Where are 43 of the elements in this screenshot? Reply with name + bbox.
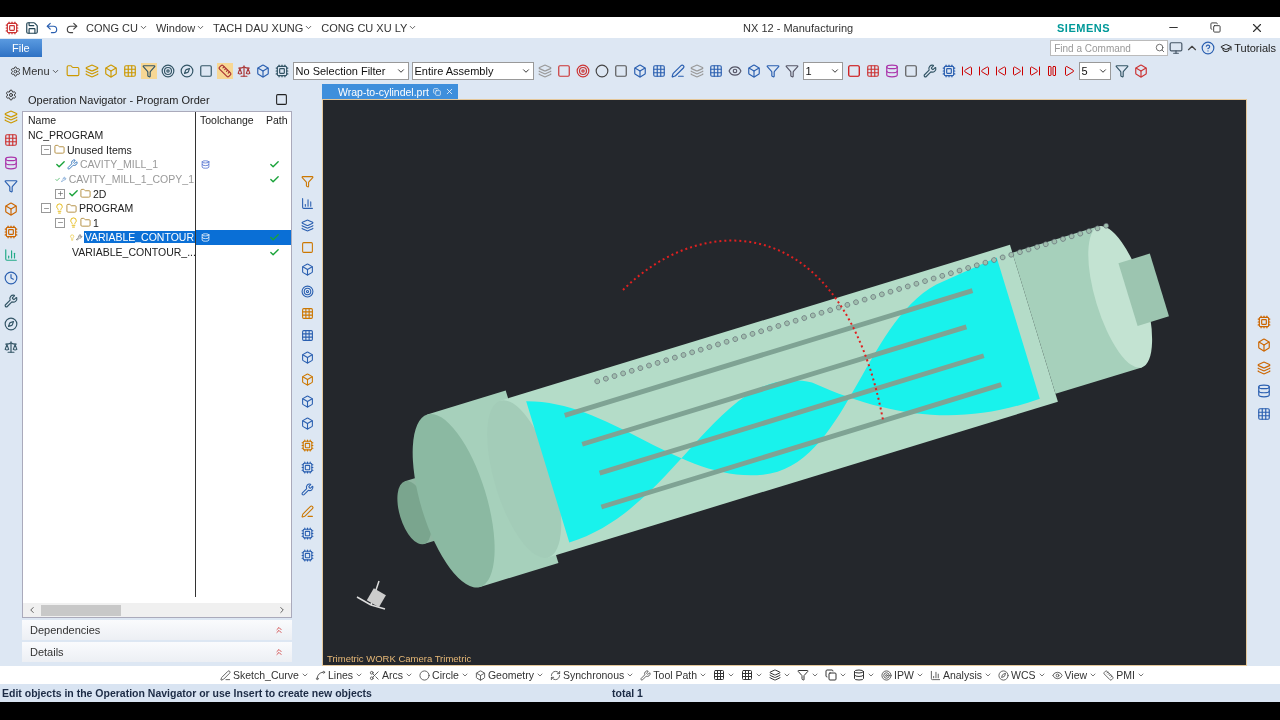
quick-access-menu[interactable]: Window — [153, 21, 208, 34]
status-message: Edit objects in the Operation Navigator or use Insert to create new objects — [1, 687, 373, 699]
tree-item[interactable]: NC_PROGRAM — [27, 129, 105, 142]
camera-label: Trimetric WORK Camera Trimetric — [327, 653, 472, 664]
quick-access-menu[interactable]: TACH DAU XUNG — [211, 21, 316, 34]
quick-access-menu[interactable]: CONG CU — [84, 21, 150, 34]
selection-count: total 1 — [612, 687, 643, 699]
window-title: NX 12 - Manufacturing — [743, 21, 854, 34]
tutorials-link[interactable]: Tutorials — [1216, 42, 1280, 54]
column-header[interactable]: Toolchange — [195, 114, 261, 126]
toolbar-menu[interactable]: IPW — [881, 669, 924, 681]
toolbar-menu[interactable]: PMI — [1103, 669, 1145, 681]
brand-logo: SIEMENS — [1057, 21, 1110, 34]
quick-access-menu[interactable]: CONG CU XU LY — [319, 21, 420, 34]
column-header[interactable]: Path — [261, 114, 291, 126]
tree-item[interactable]: PROGRAM — [78, 202, 135, 215]
tree-item[interactable]: VARIABLE_CONTOUR — [83, 231, 195, 244]
column-header[interactable]: Name — [23, 114, 195, 126]
selection-filter-dropdown[interactable]: No Selection Filter — [292, 62, 409, 80]
toolbar-menu[interactable]: Synchronous — [550, 669, 635, 681]
tree-item[interactable]: 1 — [92, 216, 100, 229]
assembly-scope-dropdown[interactable]: Entire Assembly — [411, 62, 534, 80]
toolbar-menu[interactable]: Sketch_Curve — [220, 669, 309, 681]
tree-item[interactable]: VARIABLE_CONTOUR_... — [71, 246, 197, 259]
tree-item[interactable]: 2D — [92, 187, 108, 200]
layer-dropdown[interactable]: 1 — [802, 62, 843, 80]
toolbar-menu[interactable]: Tool Path — [640, 669, 708, 681]
toolbar-menu[interactable]: View — [1051, 669, 1098, 681]
command-search-field[interactable]: Find a Command — [1050, 40, 1169, 56]
step-dropdown[interactable]: 5 — [1078, 62, 1111, 80]
graphics-viewport[interactable]: Trimetric WORK Camera Trimetric — [322, 99, 1247, 666]
ribbon-tab[interactable]: File — [0, 39, 42, 57]
toolbar-menu[interactable]: Analysis — [929, 669, 993, 681]
toolbar-menu[interactable]: WCS — [998, 669, 1046, 681]
navigator-title: Operation Navigator - Program Order — [28, 93, 210, 106]
panel-header[interactable]: Details — [22, 642, 292, 662]
tree-item[interactable]: Unused Items — [66, 143, 133, 156]
panel-header[interactable]: Dependencies — [22, 620, 292, 640]
toolbar-menu[interactable]: Circle — [419, 669, 469, 681]
toolbar-menu[interactable]: Arcs — [369, 669, 414, 681]
toolbar-menu[interactable]: Geometry — [474, 669, 544, 681]
menu-button[interactable]: Menu — [8, 65, 62, 77]
toolbar-menu[interactable]: Lines — [314, 669, 364, 681]
